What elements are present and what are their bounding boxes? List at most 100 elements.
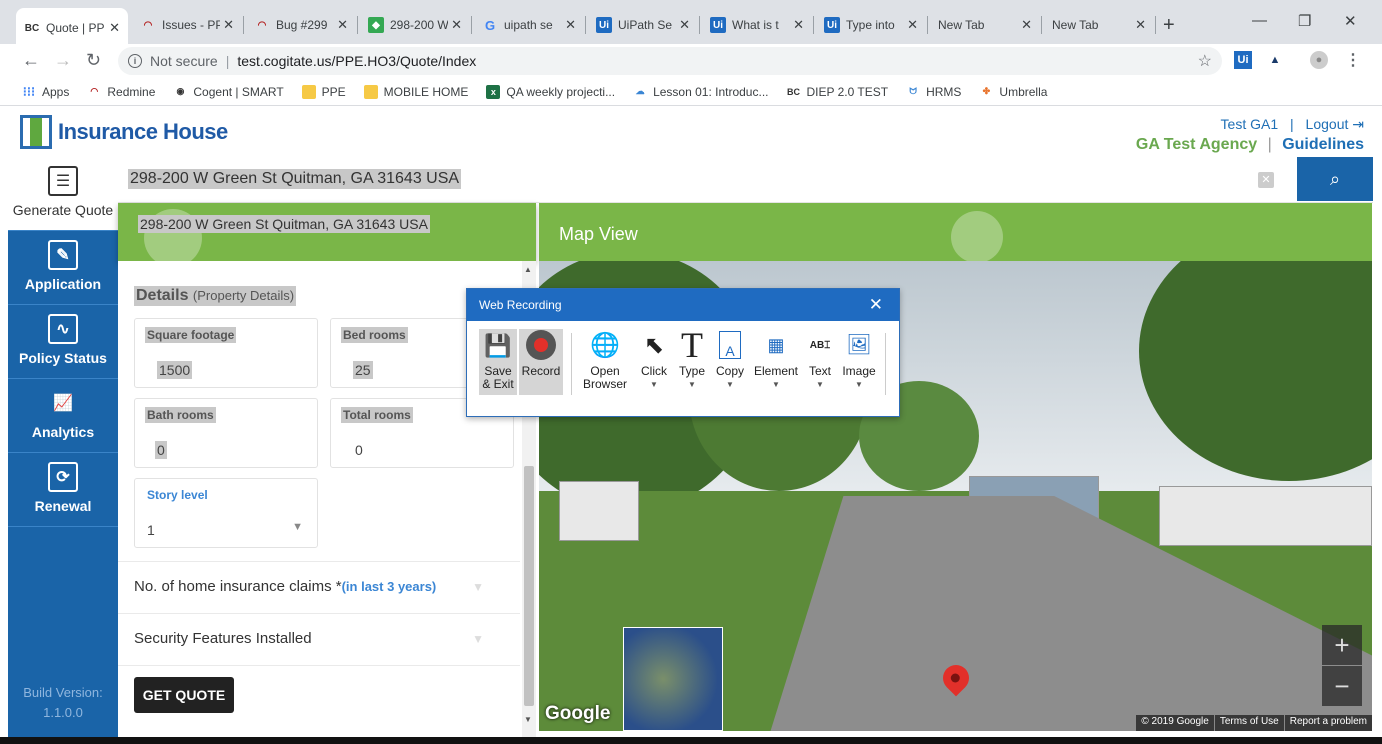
tab-bug[interactable]: ◠ Bug #299 ✕ <box>246 8 356 42</box>
close-icon[interactable]: ✕ <box>793 17 804 33</box>
image-icon: 🖼 <box>846 333 872 356</box>
tab-separator <box>699 16 700 34</box>
square-footage-field[interactable]: Square footage 1500 <box>134 318 318 388</box>
clear-icon[interactable]: ✕ <box>1258 172 1274 188</box>
uipath-extension-icon[interactable]: Ui <box>1234 51 1252 69</box>
tab-maps[interactable]: ◆ 298-200 W ✕ <box>360 8 470 42</box>
tab-quote[interactable]: BC Quote | PPE ✕ <box>16 8 128 48</box>
umbrella-icon: ✤ <box>982 86 991 96</box>
close-icon[interactable]: ✕ <box>337 17 348 33</box>
address-search-input[interactable]: 298-200 W Green St Quitman, GA 31643 USA <box>128 169 462 189</box>
dialog-titlebar[interactable]: Web Recording ✕ <box>467 289 899 321</box>
tab-new-2[interactable]: New Tab ✕ <box>1044 8 1154 42</box>
bookmark-ppe[interactable]: PPE <box>301 84 346 99</box>
close-icon[interactable]: ✕ <box>223 17 234 33</box>
bookmark-label: MOBILE HOME <box>383 84 469 99</box>
security-accordion[interactable]: Security Features Installed ▼ <box>118 613 520 665</box>
close-icon[interactable]: ✕ <box>907 17 918 33</box>
close-icon[interactable]: ✕ <box>869 295 883 315</box>
menu-icon[interactable]: ⋮ <box>1344 51 1362 69</box>
field-label: Story level <box>147 488 208 502</box>
bath-rooms-field[interactable]: Bath rooms 0 <box>134 398 318 468</box>
close-icon[interactable]: ✕ <box>565 17 576 33</box>
star-icon[interactable]: ☆ <box>1198 51 1212 71</box>
sidebar-item-generate-quote[interactable]: ☰ Generate Quote <box>8 157 118 231</box>
bookmark-umbrella[interactable]: ✤ Umbrella <box>979 85 1048 99</box>
bath-rooms-input[interactable]: 0 <box>155 441 167 459</box>
type-button[interactable]: T Type ▼ <box>675 327 709 391</box>
logo[interactable]: Insurance House <box>20 115 228 149</box>
bookmark-qa-weekly[interactable]: x QA weekly projecti... <box>486 84 615 99</box>
close-icon[interactable]: ✕ <box>1135 17 1146 33</box>
info-icon[interactable]: i <box>128 54 142 68</box>
text-button[interactable]: AB⌶ Text ▼ <box>805 329 835 391</box>
element-button[interactable]: ▦ Element ▼ <box>753 329 799 391</box>
close-icon[interactable]: ✕ <box>1021 17 1032 33</box>
bookmark-cogent[interactable]: ◉ Cogent | SMART <box>173 85 283 99</box>
maximize-icon[interactable]: ❐ <box>1298 12 1311 30</box>
user-name-link[interactable]: Test GA1 <box>1221 116 1279 132</box>
forward-icon[interactable]: → <box>54 50 72 71</box>
tab-google[interactable]: G uipath se ✕ <box>474 8 584 42</box>
terms-link[interactable]: Terms of Use <box>1213 715 1284 731</box>
url-text[interactable]: test.cogitate.us/PPE.HO3/Quote/Index <box>237 53 476 69</box>
sidebar-item-policy-status[interactable]: ∿ Policy Status <box>8 305 118 379</box>
close-icon[interactable]: ✕ <box>679 17 690 33</box>
bookmark-mobile-home[interactable]: MOBILE HOME <box>363 84 469 99</box>
tab-issues[interactable]: ◠ Issues - PPE ✕ <box>132 8 242 42</box>
open-browser-button[interactable]: 🌐 Open Browser <box>579 329 631 391</box>
minimize-icon[interactable]: — <box>1252 12 1267 29</box>
back-icon[interactable]: ← <box>22 50 40 71</box>
scroll-thumb[interactable] <box>524 466 534 706</box>
guidelines-link[interactable]: Guidelines <box>1282 136 1364 153</box>
tab-new-1[interactable]: New Tab ✕ <box>930 8 1040 42</box>
logout-icon[interactable]: ⇥ <box>1352 116 1364 132</box>
new-tab-icon[interactable]: + <box>1163 14 1175 37</box>
bookmark-diep[interactable]: BC DIEP 2.0 TEST <box>786 85 888 99</box>
bed-rooms-input[interactable]: 25 <box>353 361 373 379</box>
zoom-in-button[interactable]: + <box>1322 625 1362 665</box>
address-bar[interactable]: i Not secure | test.cogitate.us/PPE.HO3/… <box>118 47 1222 75</box>
bc-icon: BC <box>24 22 40 34</box>
bookmark-hrms[interactable]: ᗢ HRMS <box>906 85 961 99</box>
bookmark-apps[interactable]: ⁝⁝⁝ Apps <box>22 84 70 99</box>
bookmark-redmine[interactable]: ◠ Redmine <box>87 85 155 99</box>
claims-accordion[interactable]: No. of home insurance claims *(in last 3… <box>118 561 520 613</box>
story-level-field[interactable]: Story level 1 ▼ <box>134 478 318 548</box>
get-quote-button[interactable]: GET QUOTE <box>134 677 234 713</box>
record-button[interactable]: Record <box>519 329 563 395</box>
globe-icon: 🌐 <box>590 331 620 359</box>
reload-icon[interactable]: ↻ <box>86 50 101 71</box>
copy-button[interactable]: A Copy ▼ <box>713 329 747 391</box>
story-level-select[interactable]: 1 <box>145 521 157 539</box>
tab-title: 298-200 W <box>390 18 448 32</box>
field-label: Square footage <box>145 327 237 343</box>
image-button[interactable]: 🖼 Image ▼ <box>841 329 877 391</box>
report-problem-link[interactable]: Report a problem <box>1283 715 1372 731</box>
square-footage-input[interactable]: 1500 <box>157 361 193 379</box>
close-icon[interactable]: ✕ <box>109 20 120 36</box>
close-icon[interactable]: ✕ <box>451 17 462 33</box>
bookmark-lesson[interactable]: ☁ Lesson 01: Introduc... <box>633 85 769 99</box>
profile-icon[interactable]: ● <box>1310 51 1328 69</box>
total-rooms-input[interactable]: 0 <box>353 441 365 459</box>
dropdown-arrow-icon[interactable]: ▼ <box>292 521 303 533</box>
tab-uipath-3[interactable]: Ui Type into ✕ <box>816 8 926 42</box>
sidebar-item-label: Policy Status <box>19 350 107 366</box>
search-button[interactable]: ⌕ <box>1297 157 1373 201</box>
save-exit-button[interactable]: 💾 Save & Exit <box>479 329 517 395</box>
sidebar-item-renewal[interactable]: ⟳ Renewal <box>8 453 118 527</box>
scroll-down-icon[interactable]: ▼ <box>524 715 532 724</box>
logout-link[interactable]: Logout <box>1306 116 1349 132</box>
click-button[interactable]: ⬉ Click ▼ <box>637 329 671 391</box>
sidebar-item-application[interactable]: ✎ Application <box>8 231 118 305</box>
tab-uipath-2[interactable]: Ui What is t ✕ <box>702 8 812 42</box>
sidebar-item-analytics[interactable]: 📈 Analytics <box>8 379 118 453</box>
tab-uipath-1[interactable]: Ui UiPath Se ✕ <box>588 8 698 42</box>
window-close-icon[interactable]: ✕ <box>1344 12 1357 30</box>
minimap-thumbnail[interactable] <box>623 627 723 731</box>
zoom-out-button[interactable]: − <box>1322 666 1362 706</box>
scroll-up-icon[interactable]: ▲ <box>524 265 532 274</box>
sidebar: ☰ Generate Quote ✎ Application ∿ Policy … <box>8 157 118 737</box>
triangle-extension-icon[interactable]: ▲ <box>1266 51 1284 69</box>
